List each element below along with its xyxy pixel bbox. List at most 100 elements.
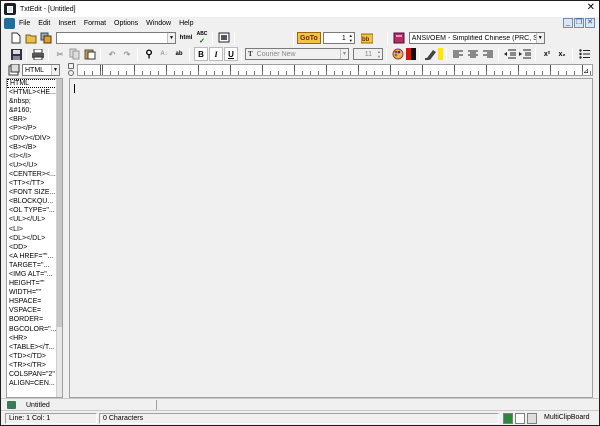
menu-file[interactable]: File: [15, 20, 34, 27]
tag-list-item[interactable]: WIDTH="": [7, 288, 57, 297]
tag-list-item[interactable]: <FONT SIZE...: [7, 188, 57, 197]
tag-list-item[interactable]: <TABLE></T...: [7, 343, 57, 352]
tag-list-item[interactable]: BGCOLOR="...: [7, 325, 57, 334]
tag-list-item[interactable]: ALIGN=CEN...: [7, 379, 57, 388]
tag-list-item[interactable]: <HR>: [7, 334, 57, 343]
mdi-minimize-button[interactable]: _: [563, 18, 573, 28]
menu-format[interactable]: Format: [80, 20, 110, 27]
underline-button[interactable]: U: [224, 47, 238, 61]
mdi-restore-button[interactable]: ❐: [574, 18, 584, 28]
spellcheck-button[interactable]: ABC ✓: [195, 31, 209, 45]
superscript-button[interactable]: x²: [540, 47, 554, 61]
indent-icon[interactable]: [518, 47, 532, 61]
tag-list-item[interactable]: &#160;: [7, 106, 57, 115]
print-preview-icon[interactable]: [217, 31, 231, 45]
cut-icon[interactable]: ✂: [53, 47, 67, 61]
toolbar-blank-button[interactable]: [278, 31, 290, 45]
tag-list-item[interactable]: <A HREF=""...: [7, 252, 57, 261]
clipboard-icon[interactable]: [527, 413, 537, 424]
tag-list-item[interactable]: <TR></TR>: [7, 361, 57, 370]
italic-button[interactable]: I: [209, 47, 223, 61]
tag-list-item[interactable]: VSPACE=: [7, 306, 57, 315]
tag-list-item[interactable]: <LI>: [7, 225, 57, 234]
goto-spinner[interactable]: ▲ ▼: [348, 33, 354, 43]
bullet-list-icon[interactable]: [577, 47, 591, 61]
toolbar-blank-button[interactable]: [239, 31, 251, 45]
mdi-close-button[interactable]: ✕: [585, 18, 595, 28]
tag-list-item[interactable]: <P></P>: [7, 124, 57, 133]
open-folder-icon[interactable]: [24, 31, 38, 45]
tag-list-scrollbar[interactable]: [56, 79, 62, 397]
right-margin-marker[interactable]: ⊿: [583, 67, 589, 75]
undo-icon[interactable]: ↶: [105, 47, 119, 61]
find-binoculars-icon[interactable]: ⚲: [142, 47, 156, 61]
menu-options[interactable]: Options: [110, 20, 142, 27]
menu-insert[interactable]: Insert: [54, 20, 80, 27]
encoding-select[interactable]: ANSI/OEM - Simplified Chinese (PRC, Sing…: [408, 32, 545, 44]
redo-icon[interactable]: ↷: [120, 47, 134, 61]
page-icon[interactable]: [515, 413, 525, 424]
new-file-icon[interactable]: [9, 31, 23, 45]
tag-list-item[interactable]: <DIV></DIV>: [7, 134, 57, 143]
text-editor-area[interactable]: [69, 78, 593, 398]
replace-icon[interactable]: ab: [172, 47, 186, 61]
tag-list-item[interactable]: <DL></DL>: [7, 234, 57, 243]
tag-list-item[interactable]: <BR>: [7, 115, 57, 124]
html-button[interactable]: html: [178, 31, 194, 45]
tag-list-item[interactable]: <IMG ALT="...: [7, 270, 57, 279]
align-right-icon[interactable]: [481, 47, 495, 61]
ruler[interactable]: ⊿: [77, 64, 593, 76]
bold-button[interactable]: B: [194, 47, 208, 61]
goto-line-input[interactable]: 1 ▲ ▼: [322, 32, 355, 44]
copy-window-icon[interactable]: [39, 31, 53, 45]
tag-list-item[interactable]: <UL></UL>: [7, 215, 57, 224]
goto-button[interactable]: GoTo: [297, 32, 321, 44]
font-size-select[interactable]: 11 ▲ ▼: [353, 48, 383, 60]
save-icon[interactable]: [9, 47, 23, 61]
find-next-icon[interactable]: A↓: [157, 47, 171, 61]
close-icon[interactable]: ✕: [587, 3, 595, 13]
font-name-select[interactable]: T Courier New ▼: [245, 48, 349, 60]
style-combo[interactable]: ▼: [56, 32, 176, 44]
tag-list-item[interactable]: <TD></TD>: [7, 352, 57, 361]
menu-edit[interactable]: Edit: [34, 20, 54, 27]
tag-list-item[interactable]: TARGET="...: [7, 261, 57, 270]
subscript-button[interactable]: x₂: [555, 47, 569, 61]
tag-list-item[interactable]: HEIGHT="": [7, 279, 57, 288]
document-icon[interactable]: [4, 18, 15, 29]
align-center-icon[interactable]: [466, 47, 480, 61]
tag-list-item[interactable]: <B></B>: [7, 143, 57, 152]
tag-list-item[interactable]: <DD>: [7, 243, 57, 252]
book-icon[interactable]: [392, 31, 406, 45]
color-palette-icon[interactable]: [391, 47, 405, 61]
menu-help[interactable]: Help: [175, 20, 197, 27]
menu-window[interactable]: Window: [142, 20, 175, 27]
tag-list-item[interactable]: <OL TYPE="...: [7, 206, 57, 215]
doc-tab-untitled[interactable]: Untitled: [7, 400, 157, 410]
toolbar-blank-button[interactable]: [265, 31, 277, 45]
yellow-color-swatch[interactable]: [438, 48, 443, 60]
tag-list-item[interactable]: <I></I>: [7, 152, 57, 161]
font-size-spinner[interactable]: ▲ ▼: [376, 49, 382, 59]
outdent-icon[interactable]: [503, 47, 517, 61]
print-icon[interactable]: [31, 47, 45, 61]
tag-list-item[interactable]: HSPACE=: [7, 297, 57, 306]
tag-list-item[interactable]: <U></U>: [7, 161, 57, 170]
tag-list-item[interactable]: <CENTER><...: [7, 170, 57, 179]
paste-icon[interactable]: [83, 47, 97, 61]
ruler-mode-icons[interactable]: [67, 63, 76, 77]
tag-list-item[interactable]: &nbsp;: [7, 97, 57, 106]
tag-list-item[interactable]: COLSPAN="2": [7, 370, 57, 379]
green-doc-icon[interactable]: [503, 413, 513, 424]
highlight-icon[interactable]: [424, 47, 438, 61]
tag-list-item[interactable]: <HTML><HE...: [7, 88, 57, 97]
tag-list-item[interactable]: <BLOCKQU...: [7, 197, 57, 206]
copy-icon[interactable]: [68, 47, 82, 61]
find-replace-icon[interactable]: bb: [359, 31, 375, 45]
tag-set-select[interactable]: HTML ▼: [22, 64, 60, 76]
toolbar-blank-button[interactable]: [252, 31, 264, 45]
black-color-swatch[interactable]: [411, 48, 416, 60]
tag-list-item[interactable]: BORDER=: [7, 315, 57, 324]
tag-list-item[interactable]: <TT></TT>: [7, 179, 57, 188]
tag-list-item[interactable]: HTML: [7, 79, 57, 89]
